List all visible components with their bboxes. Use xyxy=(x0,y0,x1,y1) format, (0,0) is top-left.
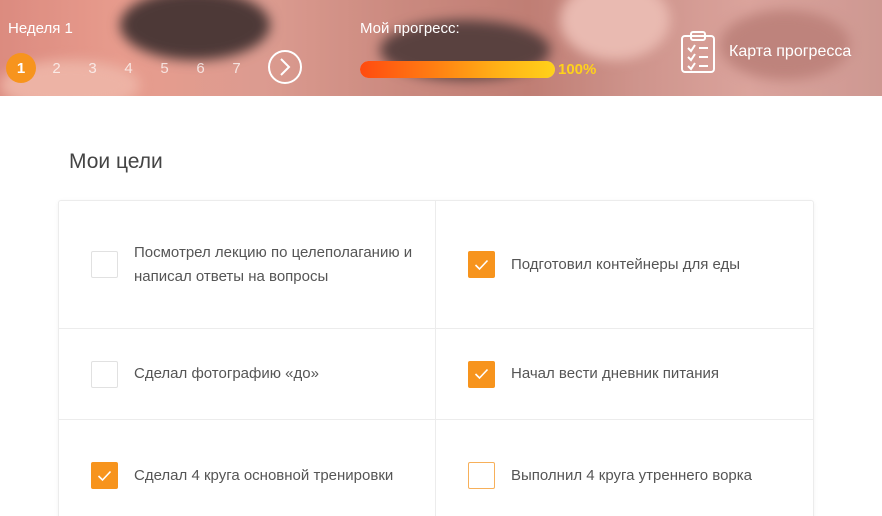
goal-label: Начал вести дневник питания xyxy=(511,365,720,382)
goal-checkbox[interactable] xyxy=(91,251,118,278)
week-step-2[interactable]: 2 xyxy=(45,53,68,83)
goal-checkbox[interactable] xyxy=(468,251,495,278)
week-step-5[interactable]: 5 xyxy=(153,53,176,83)
clipboard-checklist-icon xyxy=(681,31,715,73)
goal-label: Сделал 4 круга основной тренировки xyxy=(134,466,394,484)
progress-bar xyxy=(360,61,555,78)
week-title: Неделя 1 xyxy=(8,20,73,37)
goals-title: Мои цели xyxy=(69,150,163,173)
next-week-button[interactable] xyxy=(268,50,302,84)
checkmark-icon xyxy=(474,259,489,270)
week-step-4[interactable]: 4 xyxy=(117,53,140,83)
goal-checkbox[interactable] xyxy=(468,462,495,489)
goal-label: Подготовил контейнеры для еды xyxy=(511,255,741,273)
goal-item[interactable]: Сделал 4 круга основной тренировки xyxy=(59,420,436,516)
progress-map-label: Карта прогресса xyxy=(729,43,852,60)
goal-item[interactable]: Посмотрел лекцию по целеполаганию и напи… xyxy=(59,201,436,329)
goal-item[interactable]: Выполнил 4 круга утреннего ворка xyxy=(436,420,814,516)
progress-value: 100% xyxy=(558,61,597,78)
goal-item[interactable]: Подготовил контейнеры для еды xyxy=(436,201,814,329)
progress-map-link[interactable]: Карта прогресса xyxy=(680,30,851,74)
goal-item[interactable]: Начал вести дневник питания xyxy=(436,329,814,420)
goal-checkbox[interactable] xyxy=(91,462,118,489)
goals-grid: Посмотрел лекцию по целеполаганию и напи… xyxy=(58,200,814,516)
checkmark-icon xyxy=(97,470,112,481)
goal-label: Сделал фотографию «до» xyxy=(134,365,319,382)
goal-item[interactable]: Сделал фотографию «до» xyxy=(59,329,436,420)
progress-bar-fill xyxy=(360,61,555,78)
header-banner: Неделя 1 1 2 3 4 5 6 7 Мой прогресс: 100… xyxy=(0,0,882,96)
goal-checkbox[interactable] xyxy=(468,360,495,388)
chevron-right-icon xyxy=(280,58,291,76)
week-steps: 1 2 3 4 5 6 7 xyxy=(6,53,261,83)
week-step-6[interactable]: 6 xyxy=(189,53,212,83)
goal-checkbox[interactable] xyxy=(91,360,118,388)
checkmark-icon xyxy=(474,368,489,380)
week-step-7[interactable]: 7 xyxy=(225,53,248,83)
goal-label: Выполнил 4 круга утреннего ворка xyxy=(511,466,752,484)
progress-label: Мой прогресс: xyxy=(360,20,460,37)
week-step-1[interactable]: 1 xyxy=(6,53,36,83)
week-step-3[interactable]: 3 xyxy=(81,53,104,83)
goal-label: Посмотрел лекцию по целеполаганию и напи… xyxy=(134,243,413,285)
